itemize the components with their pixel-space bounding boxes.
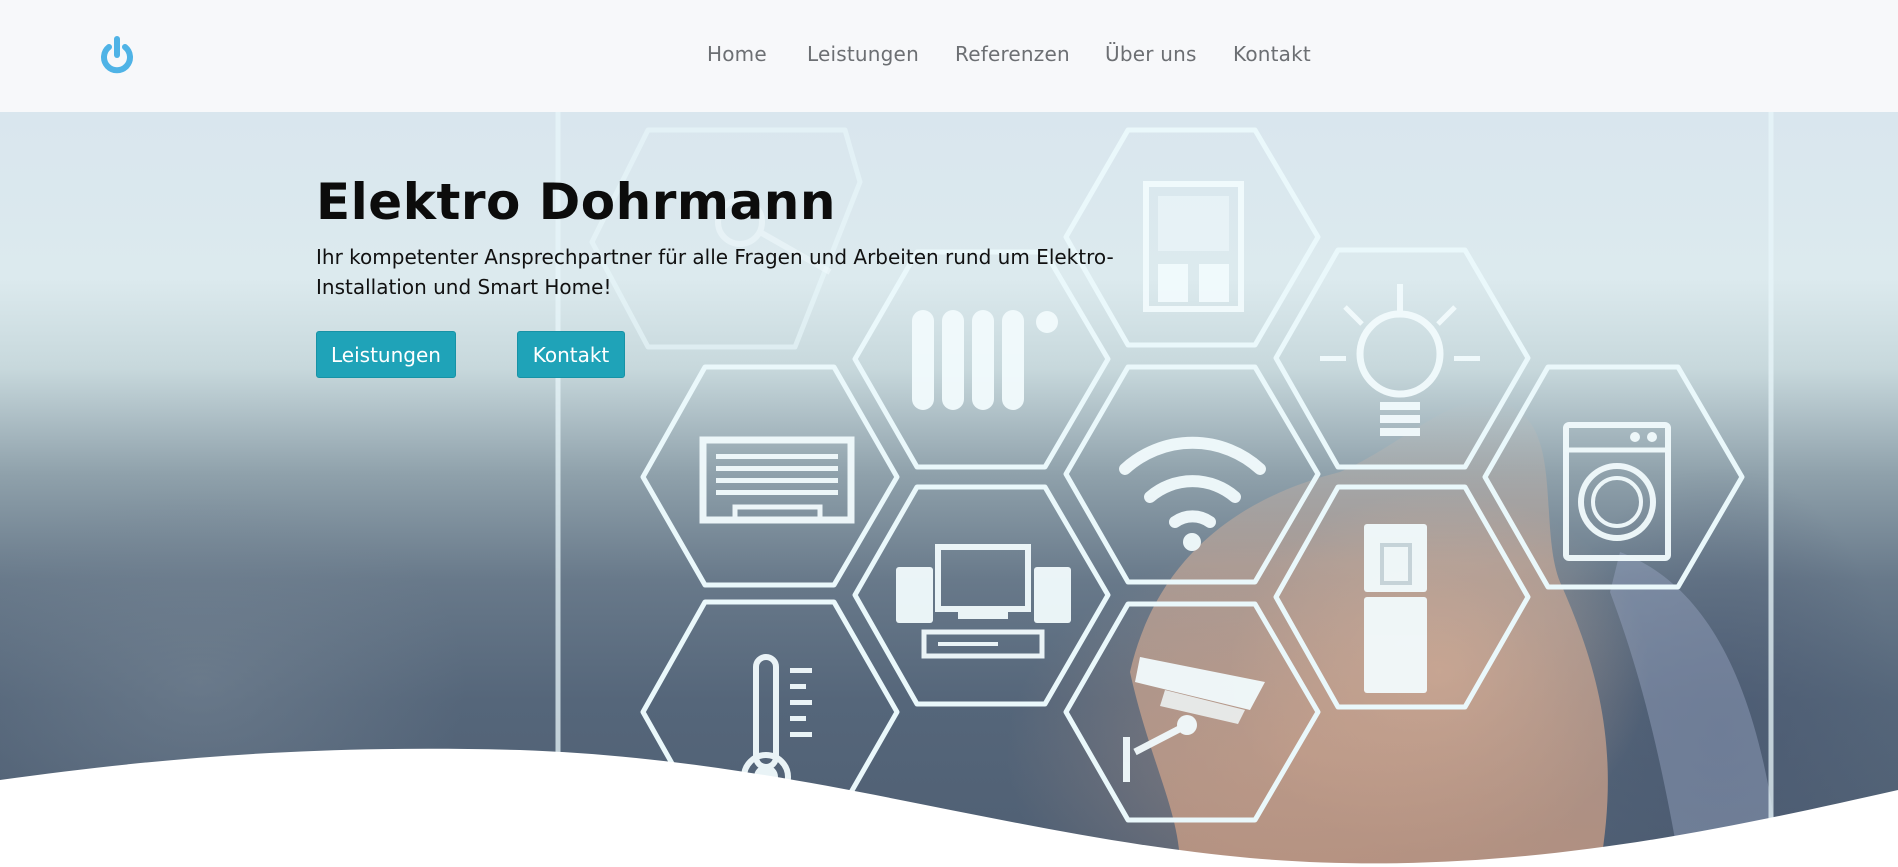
- hero-subtitle: Ihr kompetenter Ansprechpartner für alle…: [316, 245, 1114, 299]
- washing-machine-icon: [1563, 422, 1671, 561]
- navbar: Home Leistungen Referenzen Über uns Kont…: [0, 0, 1898, 112]
- kontakt-button[interactable]: Kontakt: [517, 331, 625, 378]
- nav-leistungen[interactable]: Leistungen: [807, 42, 919, 66]
- fridge-icon: [1364, 524, 1427, 693]
- hero-buttons: Leistungen Kontakt: [316, 331, 1136, 379]
- hero-content: Elektro Dohrmann Ihr kompetenter Ansprec…: [316, 170, 1136, 379]
- main-nav: Home Leistungen Referenzen Über uns Kont…: [0, 0, 1898, 112]
- bottom-wave-divider: [0, 748, 1898, 867]
- window-icon: [1143, 181, 1244, 312]
- hex-garage: [640, 364, 900, 588]
- wifi-icon: [1119, 436, 1266, 528]
- leistungen-button[interactable]: Leistungen: [316, 331, 456, 378]
- wifi-dot: [1183, 533, 1201, 551]
- nav-kontakt[interactable]: Kontakt: [1233, 42, 1311, 66]
- nav-ueber-uns[interactable]: Über uns: [1105, 42, 1197, 66]
- garage-door-icon: [699, 436, 855, 524]
- hero-title: Elektro Dohrmann: [316, 173, 836, 231]
- nav-referenzen[interactable]: Referenzen: [955, 42, 1070, 66]
- stereo-tv-icon: [896, 544, 1071, 659]
- nav-home[interactable]: Home: [707, 42, 767, 66]
